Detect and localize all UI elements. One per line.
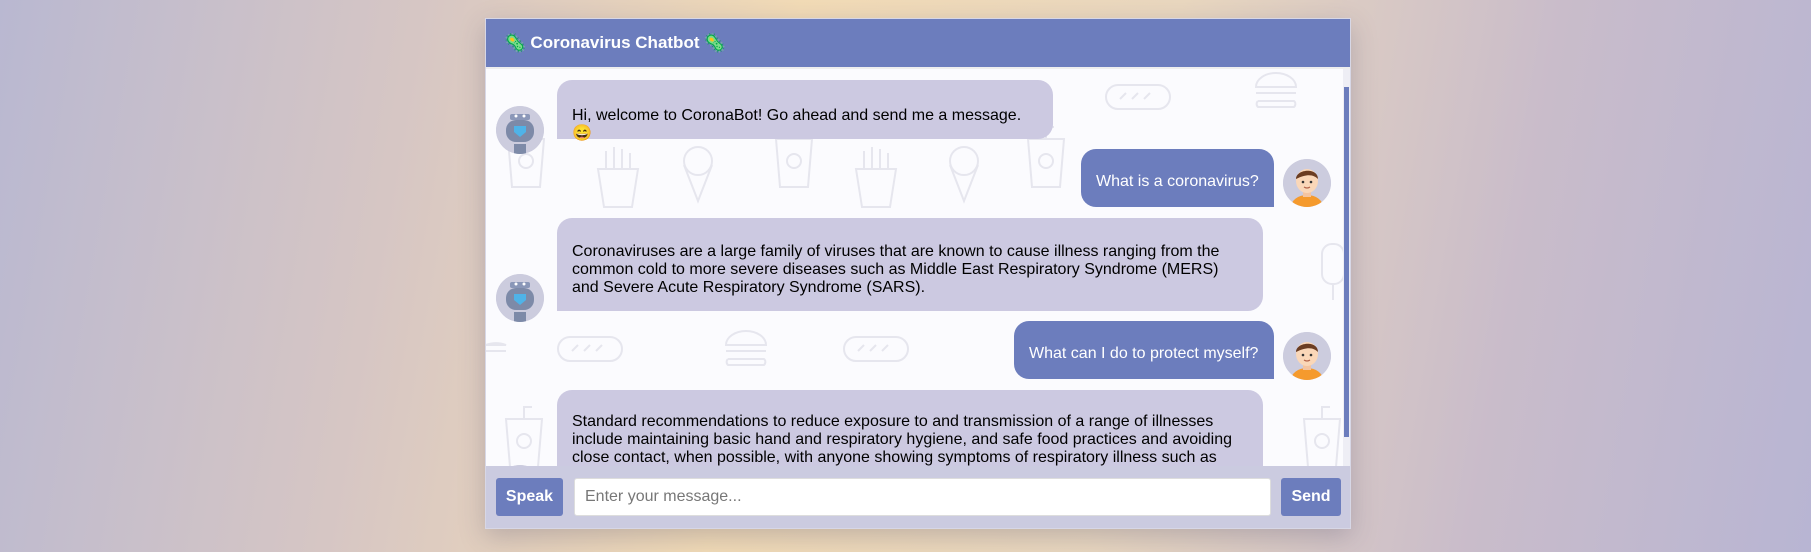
user-avatar-icon	[1283, 332, 1331, 380]
message-text: What can I do to protect myself?	[1029, 345, 1259, 362]
chat-header: 🦠 Coronavirus Chatbot 🦠	[486, 19, 1350, 69]
message-text: What is a coronavirus?	[1096, 173, 1259, 190]
virus-icon-right: 🦠	[703, 32, 726, 53]
input-bar: Speak Send	[486, 466, 1350, 528]
message-text: Hi, welcome to CoronaBot! Go ahead and s…	[572, 107, 1022, 142]
message-bubble: Hi, welcome to CoronaBot! Go ahead and s…	[557, 80, 1053, 142]
message-text: Coronaviruses are a large family of viru…	[572, 243, 1220, 296]
robot-avatar-icon	[496, 274, 544, 322]
virus-icon-left: 🦠	[504, 32, 527, 53]
message-scrollbar[interactable]	[1343, 69, 1350, 483]
scrollbar-thumb[interactable]	[1344, 87, 1349, 437]
message-bubble: Coronaviruses are a large family of viru…	[557, 218, 1263, 311]
message-input[interactable]	[574, 478, 1271, 516]
chat-title: Coronavirus Chatbot	[530, 33, 700, 52]
send-button[interactable]: Send	[1281, 478, 1341, 516]
message-bubble: What can I do to protect myself?	[1014, 321, 1274, 379]
message-text: Standard recommendations to reduce expos…	[572, 413, 1232, 466]
message-bubble: What is a coronavirus?	[1081, 149, 1274, 207]
message-list[interactable]: Hi, welcome to CoronaBot! Go ahead and s…	[486, 69, 1350, 483]
user-avatar-icon	[1283, 159, 1331, 207]
robot-avatar-icon	[496, 106, 544, 154]
chat-window: 🦠 Coronavirus Chatbot 🦠 Hi, welcome to C…	[485, 18, 1351, 529]
speak-button[interactable]: Speak	[496, 478, 563, 516]
